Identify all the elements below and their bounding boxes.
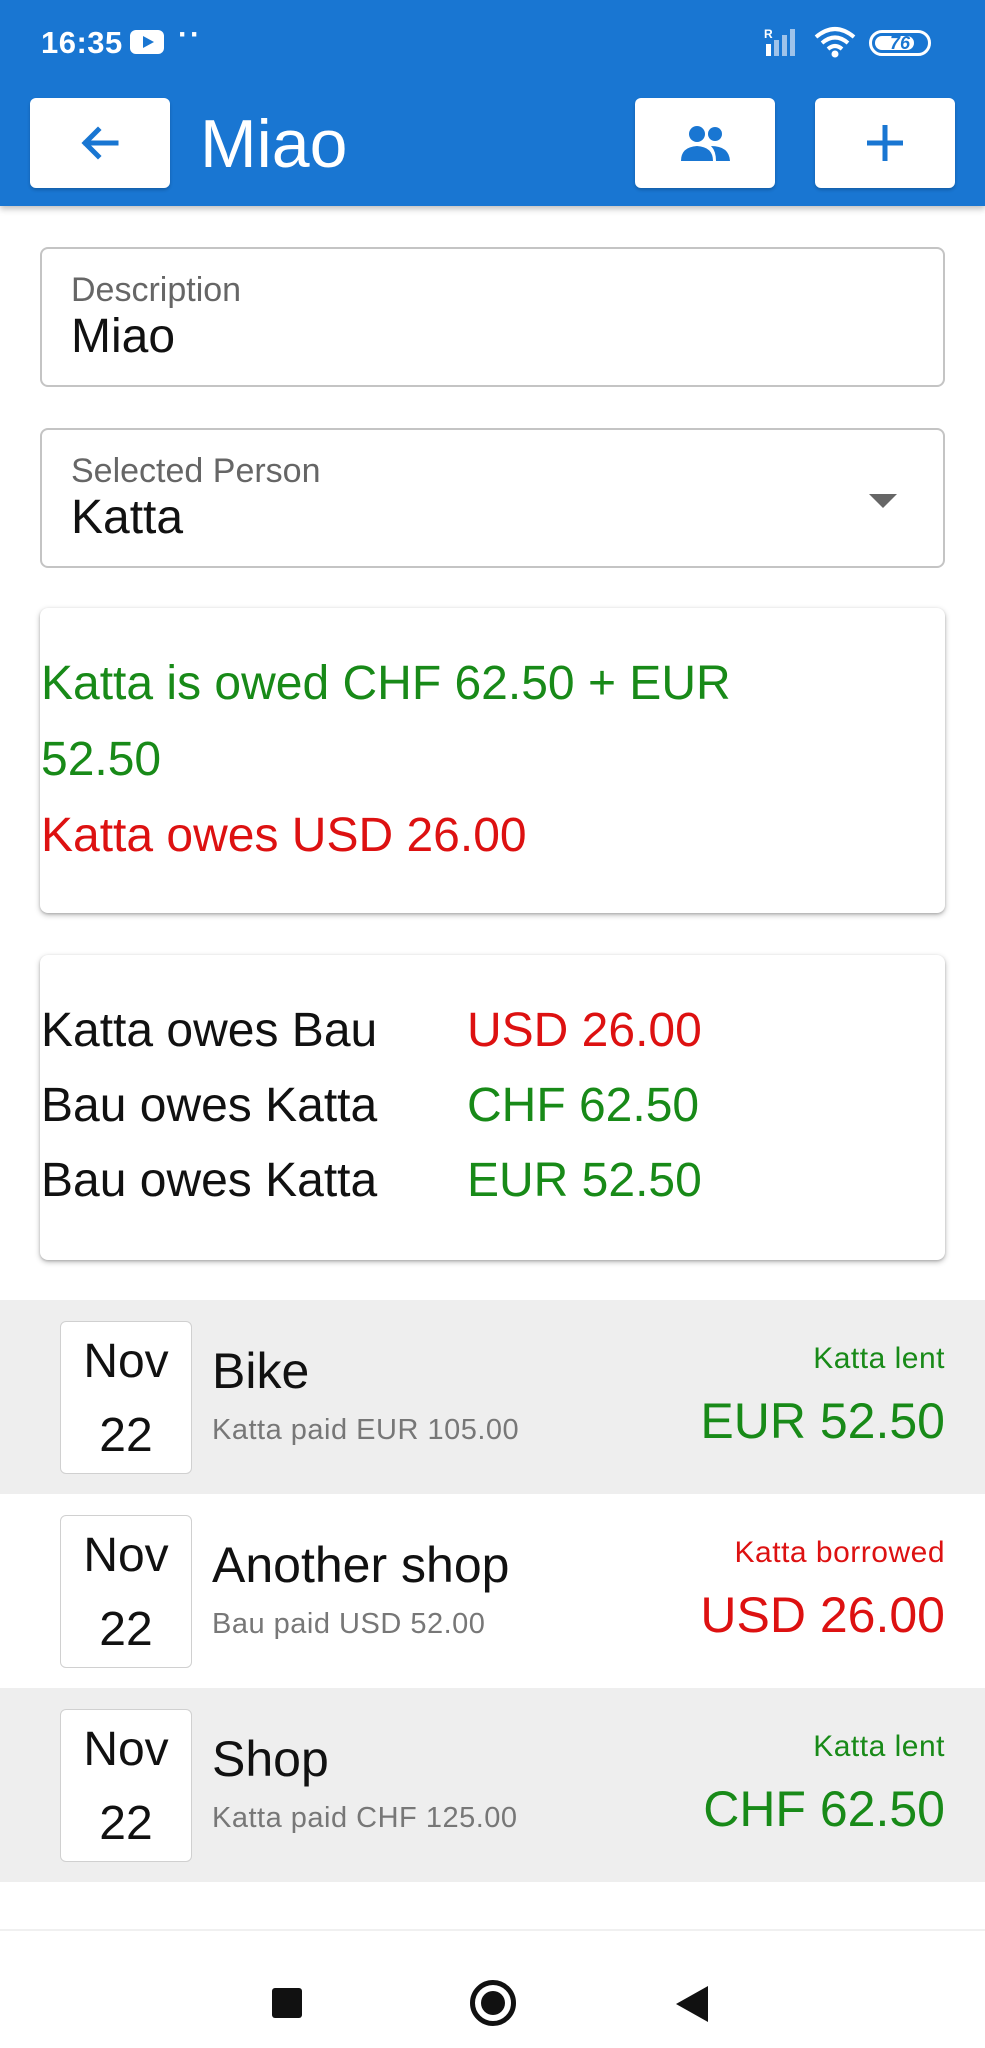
transaction-role: Katta lent xyxy=(813,1730,945,1763)
youtube-icon xyxy=(130,30,164,54)
debt-amount: CHF 62.50 xyxy=(467,1079,700,1132)
page-title: Miao xyxy=(200,106,348,182)
people-button[interactable] xyxy=(635,98,775,188)
date-box: Nov 22 xyxy=(60,1515,192,1668)
transaction-title: Shop xyxy=(212,1731,329,1787)
debt-description: Bau owes Katta xyxy=(41,1154,378,1207)
date-day: 22 xyxy=(99,1409,153,1462)
description-label: Description xyxy=(71,271,242,309)
debt-description: Bau owes Katta xyxy=(41,1079,378,1132)
date-box: Nov 22 xyxy=(60,1321,192,1474)
summary-owed-text: Katta is owed CHF 62.50 + EUR 52.50 xyxy=(41,657,731,786)
transaction-amount: CHF 62.50 xyxy=(703,1781,945,1837)
transaction-title: Another shop xyxy=(212,1537,510,1593)
date-box: Nov 22 xyxy=(60,1709,192,1862)
date-month: Nov xyxy=(83,1529,169,1582)
description-value[interactable]: Miao xyxy=(71,309,175,364)
description-field[interactable]: Description Miao xyxy=(40,247,945,387)
transaction-amount: EUR 52.50 xyxy=(700,1393,945,1449)
transaction-subtitle: Katta paid EUR 105.00 xyxy=(212,1414,520,1446)
debt-description: Katta owes Bau xyxy=(41,1004,378,1057)
transaction-role: Katta borrowed xyxy=(734,1536,945,1569)
transaction-row[interactable]: Nov 22 Another shop Bau paid USD 52.00 K… xyxy=(0,1494,985,1688)
selected-person-label: Selected Person xyxy=(71,452,321,490)
transaction-row[interactable]: Nov 22 Bike Katta paid EUR 105.00 Katta … xyxy=(0,1300,985,1494)
debt-amount: EUR 52.50 xyxy=(467,1154,702,1207)
debt-amount: USD 26.00 xyxy=(467,1004,702,1057)
svg-text:R: R xyxy=(764,27,773,41)
dropdown-arrow-icon[interactable] xyxy=(869,494,897,508)
transaction-title: Bike xyxy=(212,1343,310,1399)
transaction-row[interactable]: Nov 22 Shop Katta paid CHF 125.00 Katta … xyxy=(0,1688,985,1882)
back-button[interactable] xyxy=(30,98,170,188)
date-month: Nov xyxy=(83,1723,169,1776)
status-bar: 16:35 ·· R 76 xyxy=(0,0,985,86)
system-nav-bar xyxy=(0,1931,985,2048)
selected-person-value: Katta xyxy=(71,491,184,544)
selected-person-dropdown[interactable]: Selected Person Katta xyxy=(40,428,945,568)
date-day: 22 xyxy=(99,1797,153,1850)
summary-owes-text: Katta owes USD 26.00 xyxy=(41,809,527,862)
app-bar: 16:35 ·· R 76 Miao xyxy=(0,0,985,206)
recent-apps-button[interactable] xyxy=(272,1988,302,2018)
add-button[interactable] xyxy=(815,98,955,188)
transaction-subtitle: Katta paid CHF 125.00 xyxy=(212,1802,518,1834)
signal-icon: R xyxy=(764,27,795,56)
transaction-role: Katta lent xyxy=(813,1342,945,1375)
people-icon xyxy=(681,126,730,161)
status-time: 16:35 xyxy=(41,25,123,60)
home-button[interactable] xyxy=(470,1980,516,2026)
transaction-subtitle: Bau paid USD 52.00 xyxy=(212,1608,486,1640)
system-back-button[interactable] xyxy=(676,1986,708,2022)
plus-icon xyxy=(867,125,903,161)
arrow-back-icon xyxy=(81,126,119,160)
battery-level: 76 xyxy=(889,33,911,53)
battery-icon: 76 xyxy=(869,30,931,56)
transaction-amount: USD 26.00 xyxy=(700,1587,945,1643)
notification-dots: ·· xyxy=(178,18,202,51)
date-month: Nov xyxy=(83,1335,169,1388)
wifi-icon xyxy=(814,27,856,58)
date-day: 22 xyxy=(99,1603,153,1656)
